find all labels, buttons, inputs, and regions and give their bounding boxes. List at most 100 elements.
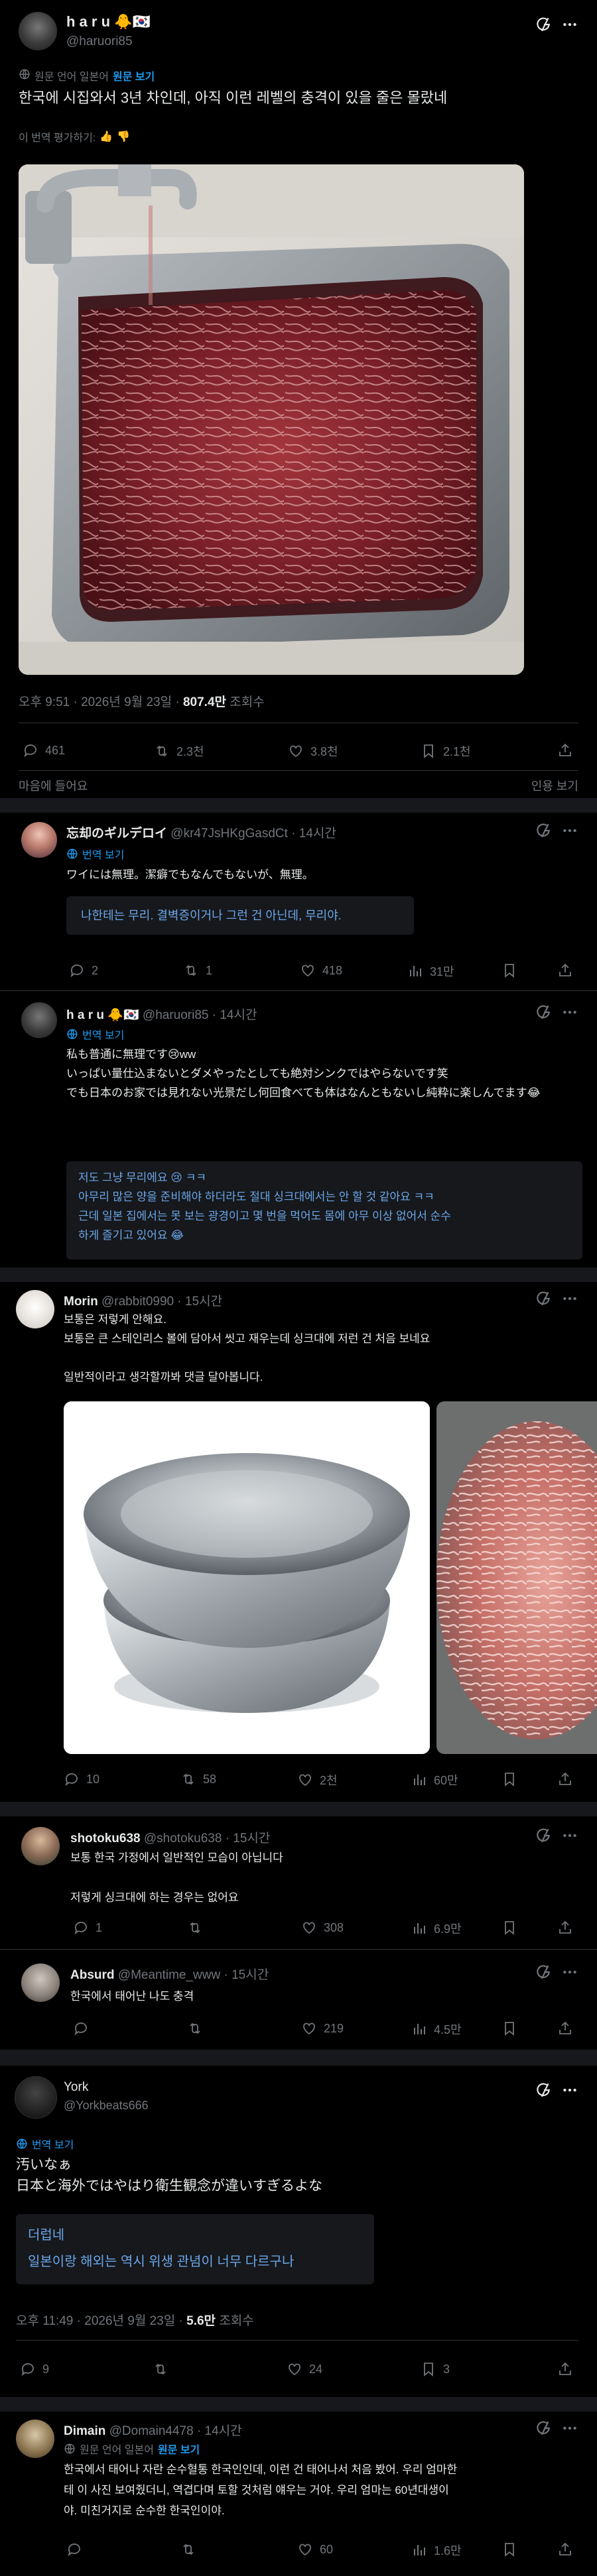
like-button[interactable]: 418: [300, 963, 342, 978]
handle[interactable]: @kr47JsHKgGasdCt · 14시간: [170, 827, 336, 841]
reply-button[interactable]: [66, 2542, 89, 2557]
like-button[interactable]: 308: [301, 1920, 344, 1936]
handle[interactable]: @rabbit0990 · 15시간: [101, 1295, 222, 1309]
bookmark-button[interactable]: [501, 1771, 517, 1787]
avatar[interactable]: [21, 822, 57, 858]
views-count: 807.4만: [182, 695, 226, 709]
reply-button[interactable]: 9: [20, 2361, 49, 2377]
reply-button[interactable]: 10: [64, 1771, 100, 1787]
handle[interactable]: @Yorkbeats666: [64, 2099, 149, 2113]
like-button[interactable]: 60: [297, 2542, 333, 2557]
avatar[interactable]: [21, 1002, 57, 1038]
grok-icon[interactable]: [535, 1290, 552, 1311]
share-button[interactable]: [557, 742, 573, 758]
post-timestamp[interactable]: 오후 11:49 · 2026년 9월 23일 · 5.6만 조회수: [16, 2311, 254, 2329]
grok-icon[interactable]: [535, 1827, 552, 1847]
like-button[interactable]: 219: [301, 2020, 344, 2036]
avatar[interactable]: [21, 1827, 60, 1865]
grok-icon[interactable]: [535, 16, 552, 36]
views-button[interactable]: 60만: [411, 1771, 458, 1788]
handle[interactable]: @Domain4478 · 14시간: [109, 2424, 242, 2438]
more-icon[interactable]: [561, 2081, 578, 2102]
handle[interactable]: @haruori85: [66, 34, 133, 49]
grok-icon[interactable]: [535, 2420, 552, 2440]
more-icon[interactable]: [561, 16, 578, 36]
reply-image-bowls[interactable]: [64, 1401, 430, 1754]
heart-icon: [300, 963, 316, 978]
display-name[interactable]: Morin: [64, 1295, 98, 1309]
view-translation[interactable]: 번역 보기: [66, 1026, 124, 1042]
retweet-button[interactable]: 2.3천: [154, 742, 204, 760]
views-button[interactable]: 1.6만: [411, 2542, 462, 2559]
like-button[interactable]: 2천: [297, 1771, 338, 1788]
handle[interactable]: @haruori85 · 14시간: [143, 1008, 257, 1022]
like-button[interactable]: 24: [287, 2361, 322, 2377]
share-button[interactable]: [557, 2542, 573, 2557]
display-name[interactable]: Absurd: [70, 1968, 115, 1982]
view-translation[interactable]: 번역 보기: [66, 846, 124, 862]
display-name[interactable]: Dimain: [64, 2424, 105, 2438]
reply-button[interactable]: 2: [69, 963, 98, 978]
more-icon[interactable]: [561, 1963, 578, 1984]
like-prompt[interactable]: 마음에 들어요: [19, 777, 88, 794]
share-button[interactable]: [557, 963, 573, 978]
views-button[interactable]: 6.9만: [411, 1920, 462, 1937]
bookmark-button[interactable]: 3: [421, 2361, 450, 2377]
show-original-link[interactable]: 원문 보기: [113, 68, 155, 84]
retweet-button[interactable]: [187, 1920, 210, 1936]
post-image[interactable]: [19, 164, 524, 675]
display-name[interactable]: h a r u: [66, 1008, 104, 1022]
handle[interactable]: @Meantime_www · 15시간: [118, 1968, 269, 1982]
grok-icon[interactable]: [535, 1963, 552, 1984]
avatar[interactable]: [16, 1290, 54, 1328]
share-icon: [557, 2020, 573, 2036]
bookmark-icon: [501, 2542, 517, 2557]
display-name[interactable]: h a r u 🐥🇰🇷: [66, 13, 151, 30]
reply-button[interactable]: 1: [73, 1920, 102, 1936]
like-button[interactable]: 3.8천: [288, 742, 338, 760]
avatar[interactable]: [15, 2076, 57, 2119]
share-button[interactable]: [557, 2020, 573, 2036]
avatar[interactable]: [21, 1963, 60, 2002]
grok-icon[interactable]: [535, 822, 552, 843]
share-button[interactable]: [557, 2361, 573, 2377]
display-name[interactable]: York: [64, 2080, 88, 2095]
post-timestamp[interactable]: 오후 9:51 · 2026년 9월 23일 · 807.4만 조회수: [19, 692, 265, 710]
share-button[interactable]: [557, 1920, 573, 1936]
retweet-button[interactable]: 1: [183, 963, 212, 978]
bookmark-count: 3: [443, 2362, 450, 2376]
display-name[interactable]: shotoku638: [70, 1832, 141, 1845]
retweet-button[interactable]: [187, 2020, 210, 2036]
more-icon[interactable]: [561, 1827, 578, 1847]
retweet-button[interactable]: [153, 2361, 175, 2377]
more-icon[interactable]: [561, 822, 578, 843]
bookmark-button[interactable]: [501, 1920, 517, 1936]
share-button[interactable]: [557, 1771, 573, 1787]
views-button[interactable]: 31만: [407, 963, 454, 980]
bookmark-button[interactable]: [501, 2542, 517, 2557]
bookmark-button[interactable]: [501, 963, 517, 978]
show-original-link[interactable]: 원문 보기: [158, 2441, 200, 2457]
retweet-button[interactable]: 58: [180, 1771, 216, 1787]
bookmark-button[interactable]: 2.1천: [421, 742, 471, 760]
section-gap: [0, 1802, 597, 1816]
grok-icon[interactable]: [535, 2081, 552, 2102]
display-name[interactable]: 忘却のギルデロイ: [66, 827, 167, 841]
avatar[interactable]: [19, 12, 57, 50]
reply-button[interactable]: 461: [23, 742, 65, 758]
more-icon[interactable]: [561, 1004, 578, 1024]
more-icon[interactable]: [561, 2420, 578, 2440]
bookmark-button[interactable]: [501, 2020, 517, 2036]
reply-image-meat[interactable]: [436, 1401, 597, 1754]
view-quotes-link[interactable]: 인용 보기: [531, 777, 578, 794]
handle[interactable]: @shotoku638 · 15시간: [144, 1832, 271, 1845]
thumbs-up-icon[interactable]: 👍: [100, 130, 113, 143]
views-button[interactable]: 4.5만: [411, 2020, 462, 2038]
avatar[interactable]: [16, 2420, 54, 2458]
thumbs-down-icon[interactable]: 👎: [117, 130, 130, 143]
view-translation[interactable]: 번역 보기: [16, 2136, 74, 2152]
more-icon[interactable]: [561, 1290, 578, 1311]
retweet-button[interactable]: [180, 2542, 203, 2557]
grok-icon[interactable]: [535, 1004, 552, 1024]
reply-button[interactable]: [73, 2020, 96, 2036]
